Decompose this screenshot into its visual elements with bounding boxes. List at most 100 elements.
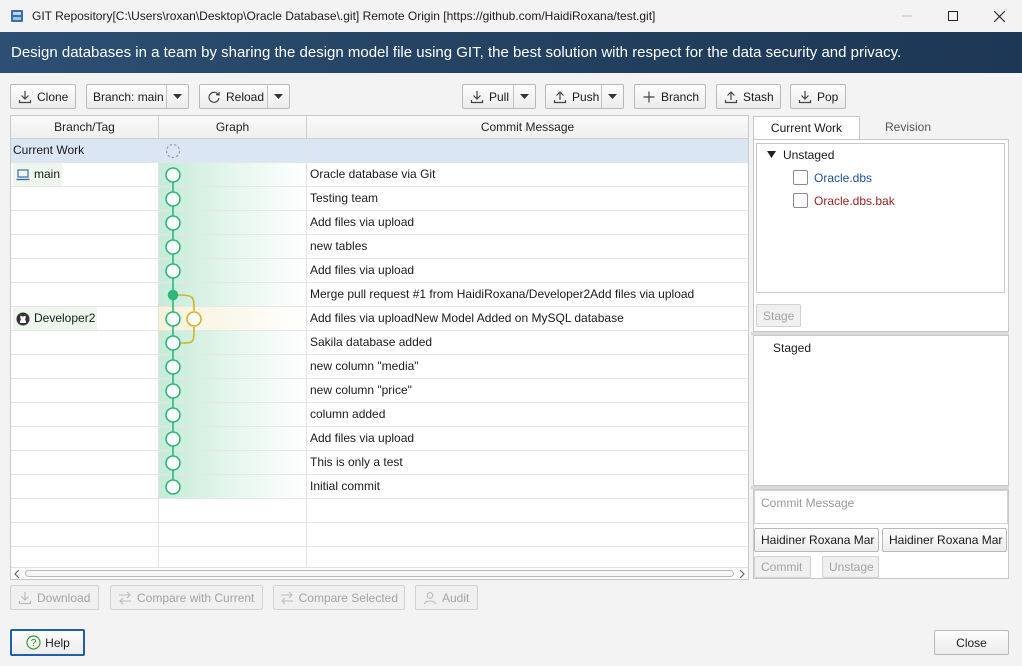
tab-revision[interactable]: Revision: [860, 116, 956, 140]
pull-label: Pull: [489, 89, 510, 104]
table-row[interactable]: column added: [11, 403, 748, 427]
unstaged-node[interactable]: Unstaged: [767, 148, 834, 162]
chevron-down-icon[interactable]: [166, 85, 188, 108]
compare-icon: [280, 590, 295, 606]
branch-cell: [11, 355, 159, 379]
commit-message-cell: Add files via upload: [310, 263, 415, 277]
clone-button[interactable]: Clone: [10, 84, 76, 109]
branch-tag[interactable]: main: [13, 163, 63, 186]
upload-icon: [552, 89, 568, 105]
table-row[interactable]: new column "media": [11, 355, 748, 379]
file-checkbox[interactable]: [793, 193, 808, 208]
commit-message-cell: Initial commit: [310, 479, 381, 493]
table-row[interactable]: new tables: [11, 235, 748, 259]
reload-label: Reload: [226, 89, 265, 104]
branch-select-label: Branch: main: [93, 89, 164, 104]
compare-current-button[interactable]: Compare with Current: [110, 585, 263, 610]
commit-message-input[interactable]: Commit Message: [754, 490, 1008, 524]
commit-message-cell: This is only a test: [310, 455, 403, 469]
table-row[interactable]: Testing team: [11, 187, 748, 211]
branch-cell: Developer2: [11, 307, 159, 331]
pop-button[interactable]: Pop: [790, 84, 846, 109]
pull-button[interactable]: Pull: [462, 84, 536, 109]
table-row[interactable]: This is only a test: [11, 451, 748, 475]
column-header-branch[interactable]: Branch/Tag: [11, 116, 159, 139]
minimize-button[interactable]: [884, 0, 930, 32]
branch-cell: Current Work: [11, 139, 159, 163]
table-row[interactable]: Add files via upload: [11, 259, 748, 283]
commit-node: [165, 167, 181, 183]
audit-label: Audit: [442, 590, 470, 605]
compare-selected-button[interactable]: Compare Selected: [273, 585, 405, 610]
new-branch-button[interactable]: Branch: [634, 84, 706, 109]
commit-message-cell: Merge pull request #1 from HaidiRoxana/D…: [310, 287, 695, 301]
tab-current-work[interactable]: Current Work: [753, 116, 860, 140]
push-button[interactable]: Push: [545, 84, 624, 109]
table-row[interactable]: Add files via upload: [11, 211, 748, 235]
table-row[interactable]: main Oracle database via Git: [11, 163, 748, 187]
unstaged-label: Unstaged: [783, 148, 835, 162]
commit-node: [165, 359, 181, 375]
table-row[interactable]: new column "price": [11, 379, 748, 403]
new-branch-label: Branch: [660, 89, 699, 104]
help-icon: ?: [25, 635, 41, 651]
laptop-icon: [15, 167, 31, 183]
file-checkbox[interactable]: [793, 170, 808, 185]
table-row[interactable]: Sakila database added: [11, 331, 748, 355]
file-item-oracle-dbs-bak[interactable]: Oracle.dbs.bak: [793, 193, 895, 208]
commit-graph: [165, 143, 202, 495]
scrollbar-thumb[interactable]: [25, 570, 734, 577]
file-name: Oracle.dbs: [814, 170, 873, 185]
branch-tag[interactable]: Developer2: [13, 307, 98, 330]
push-label: Push: [572, 89, 600, 104]
stash-button[interactable]: Stash: [716, 84, 781, 109]
chevron-down-icon[interactable]: [267, 85, 289, 108]
chevron-down-icon[interactable]: [513, 85, 535, 108]
chevron-left-icon[interactable]: [13, 570, 21, 578]
author-name-button[interactable]: Haidiner Roxana Mar: [754, 528, 879, 552]
branch-cell: [11, 331, 159, 355]
commit-message-cell: new tables: [310, 239, 368, 253]
chevron-right-icon[interactable]: [738, 570, 746, 578]
reload-button[interactable]: Reload: [199, 84, 290, 109]
maximize-button[interactable]: [930, 0, 976, 32]
commit-message-cell: Oracle database via Git: [310, 167, 436, 181]
upload-icon: [723, 89, 739, 105]
file-item-oracle-dbs[interactable]: Oracle.dbs: [793, 170, 872, 185]
branch-select[interactable]: Branch: main: [86, 84, 189, 109]
close-window-button[interactable]: [976, 0, 1022, 32]
close-button[interactable]: Close: [934, 630, 1009, 655]
author-email-button[interactable]: Haidiner Roxana Mar: [882, 528, 1007, 552]
stage-button[interactable]: Stage: [756, 304, 801, 327]
unstage-button[interactable]: Unstage: [822, 556, 879, 578]
commit-button[interactable]: Commit: [754, 556, 811, 578]
table-row[interactable]: Initial commit: [11, 475, 748, 499]
commit-node: [165, 215, 181, 231]
table-row[interactable]: Merge pull request #1 from HaidiRoxana/D…: [11, 283, 748, 307]
commit-node: [165, 335, 181, 351]
chevron-down-icon[interactable]: [601, 85, 623, 108]
help-button[interactable]: ? Help: [10, 629, 85, 656]
table-row[interactable]: Add files via upload: [11, 427, 748, 451]
column-header-message[interactable]: Commit Message: [307, 116, 748, 139]
download-button[interactable]: Download: [10, 585, 99, 610]
staged-label: Staged: [773, 341, 812, 355]
column-header-graph[interactable]: Graph: [159, 116, 307, 139]
branch-cell: [11, 211, 159, 235]
commit-message-cell: new column "media": [310, 359, 419, 373]
commit-panel: Commit Message Haidiner Roxana Mar Haidi…: [753, 489, 1009, 579]
audit-button[interactable]: Audit: [415, 585, 478, 610]
refresh-icon: [206, 89, 222, 105]
commit-message-cell: Add files via upload: [310, 215, 415, 229]
table-row[interactable]: Developer2 Add files via uploadNew Model …: [11, 307, 748, 331]
empty-cell: [11, 499, 159, 523]
empty-cell: [11, 523, 159, 547]
commit-node: [165, 263, 181, 279]
commit-table: Branch/Tag Graph Commit Message Current …: [10, 115, 749, 580]
horizontal-scrollbar[interactable]: [11, 567, 748, 579]
caret-down-icon[interactable]: [767, 151, 776, 159]
branch-label: main: [34, 167, 61, 181]
github-icon: [15, 311, 31, 327]
table-row[interactable]: Current Work: [11, 139, 748, 163]
svg-text:?: ?: [30, 638, 36, 649]
